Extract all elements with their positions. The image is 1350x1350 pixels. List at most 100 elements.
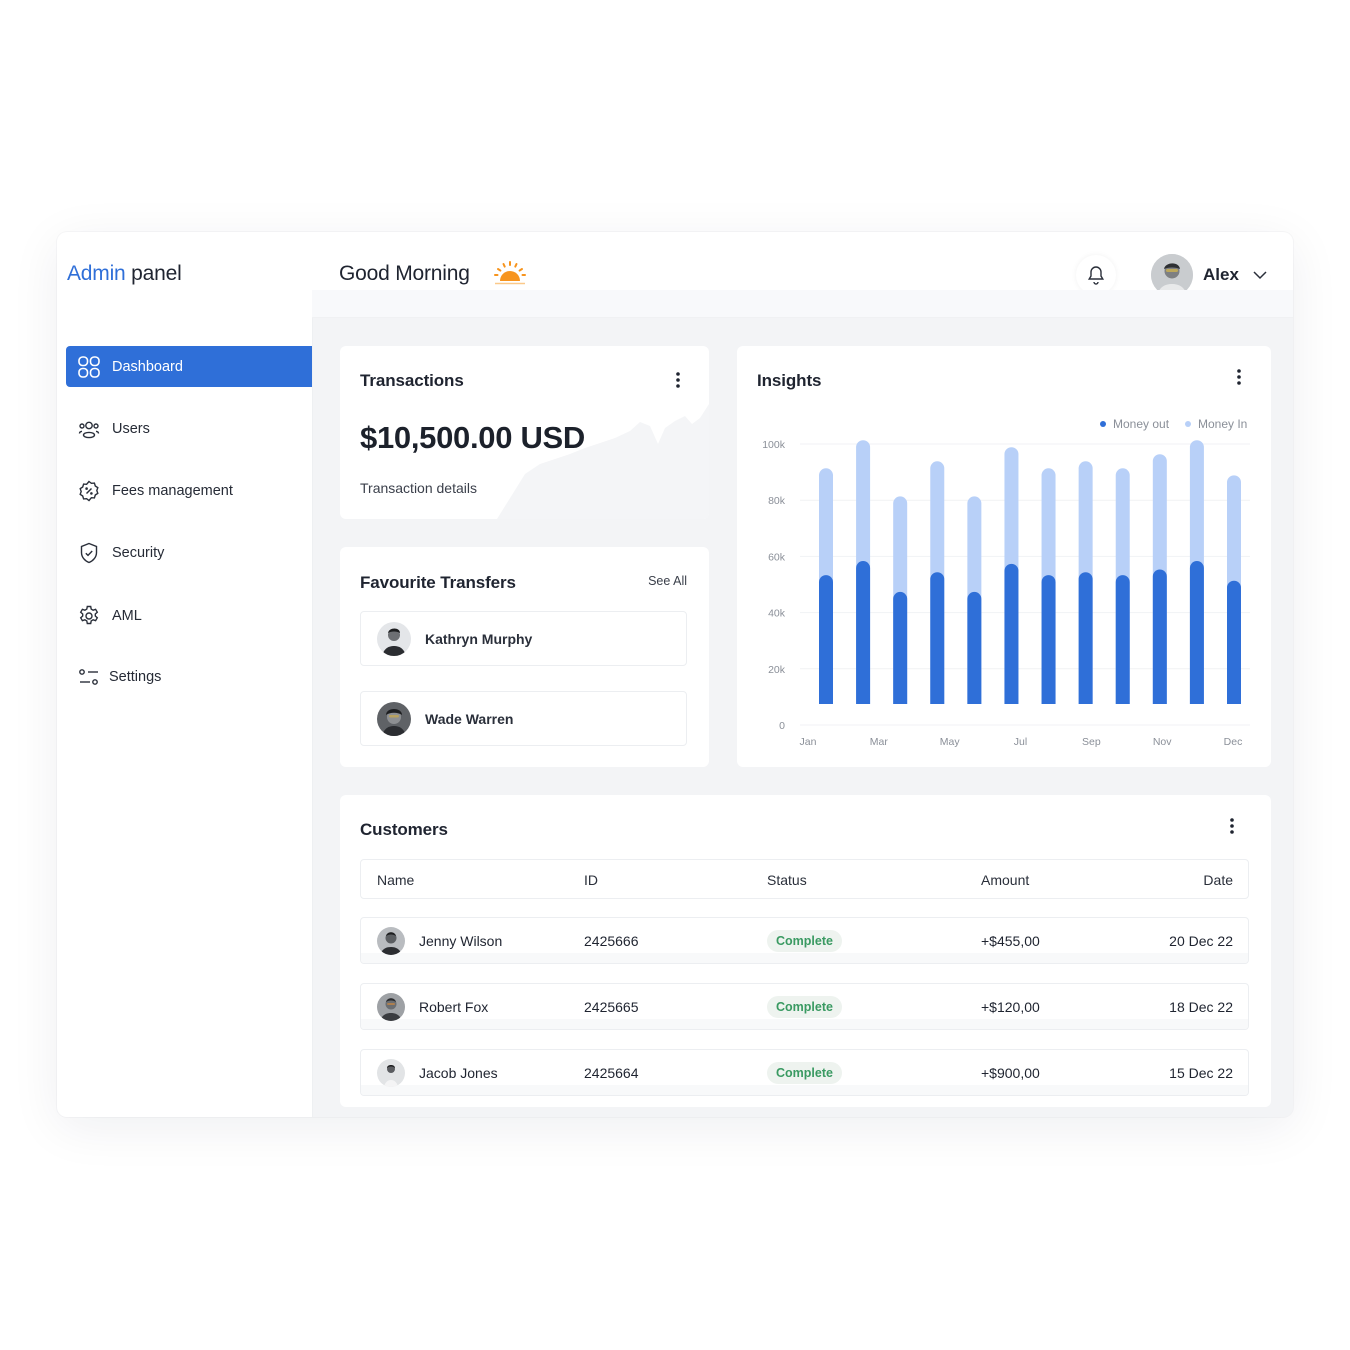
customers-menu-icon[interactable] bbox=[1227, 817, 1237, 835]
customer-date: 20 Dec 22 bbox=[1169, 933, 1233, 949]
customer-date: 18 Dec 22 bbox=[1169, 999, 1233, 1015]
brand-logo: Admin panel bbox=[67, 262, 182, 286]
transactions-amount: $10,500.00 USD bbox=[360, 420, 586, 455]
insights-card: 0 20k 40k 60k 80k 100k Jan Mar May Jul Sep Nov Dec I… bbox=[737, 346, 1271, 767]
column-header-date[interactable]: Date bbox=[1203, 872, 1233, 888]
x-tick-label: May bbox=[940, 736, 961, 748]
bell-icon bbox=[1087, 266, 1105, 285]
greeting-text: Good Morning bbox=[339, 262, 470, 285]
legend-money-out[interactable]: Money out bbox=[1100, 417, 1169, 431]
customer-name: Jacob Jones bbox=[419, 1065, 498, 1081]
chevron-down-icon[interactable] bbox=[1252, 267, 1268, 283]
bar-money-out-may[interactable] bbox=[967, 591, 982, 704]
column-header-amount[interactable]: Amount bbox=[981, 872, 1029, 888]
sidebar-item-label: Users bbox=[112, 420, 150, 437]
bar-money-out-jul[interactable] bbox=[1041, 575, 1056, 704]
insights-title: Insights bbox=[757, 371, 822, 390]
legend-money-in[interactable]: Money In bbox=[1185, 417, 1247, 431]
brand-secondary: panel bbox=[131, 262, 182, 285]
status-badge: Complete bbox=[767, 996, 842, 1018]
avatar bbox=[377, 702, 411, 736]
legend-dot-money-in bbox=[1185, 421, 1191, 427]
sidebar-item-label: AML bbox=[112, 607, 142, 624]
shield-check-icon bbox=[77, 541, 101, 565]
legend-dot-money-out bbox=[1100, 421, 1106, 427]
bar-money-out-aug[interactable] bbox=[1078, 572, 1093, 704]
avatar bbox=[377, 1059, 405, 1087]
table-row[interactable]: Jenny Wilson 2425666 Complete +$455,00 2… bbox=[360, 917, 1249, 964]
header-band bbox=[312, 290, 1293, 318]
customer-id: 2425666 bbox=[584, 933, 639, 949]
brand-primary: Admin bbox=[67, 262, 126, 285]
customer-id: 2425664 bbox=[584, 1065, 639, 1081]
sidebar-item-label: Dashboard bbox=[112, 358, 183, 375]
bar-money-out-oct[interactable] bbox=[1152, 569, 1167, 704]
sliders-icon bbox=[77, 665, 101, 689]
percent-badge-icon bbox=[77, 479, 101, 503]
y-tick-label: 60k bbox=[768, 551, 786, 563]
grid-icon bbox=[77, 355, 101, 379]
customer-amount: +$120,00 bbox=[981, 999, 1040, 1015]
favourite-transfers-title: Favourite Transfers bbox=[360, 573, 516, 592]
insights-chart: 0 20k 40k 60k 80k 100k Jan Mar May Jul Sep Nov Dec bbox=[762, 439, 1250, 748]
table-row[interactable]: Jacob Jones 2425664 Complete +$900,00 15… bbox=[360, 1049, 1249, 1096]
customer-amount: +$455,00 bbox=[981, 933, 1040, 949]
user-name[interactable]: Alex bbox=[1203, 265, 1239, 285]
status-badge: Complete bbox=[767, 1062, 842, 1084]
bar-money-out-nov[interactable] bbox=[1189, 561, 1204, 704]
top-header: Good Morning Alex bbox=[312, 232, 1293, 296]
customer-name: Jenny Wilson bbox=[419, 933, 503, 949]
sidebar-item-label: Security bbox=[112, 544, 165, 561]
column-header-id[interactable]: ID bbox=[584, 872, 598, 888]
bar-money-out-dec[interactable] bbox=[1227, 580, 1241, 704]
transaction-details-link[interactable]: Transaction details bbox=[360, 480, 477, 496]
x-tick-label: Nov bbox=[1153, 736, 1172, 748]
customers-card: Customers Name ID Status Amount Date Jen… bbox=[340, 795, 1271, 1107]
status-badge: Complete bbox=[767, 930, 842, 952]
sidebar-item-label: Fees management bbox=[112, 482, 233, 499]
x-tick-label: Dec bbox=[1224, 736, 1243, 748]
bar-money-out-feb[interactable] bbox=[856, 561, 871, 704]
bar-money-out-jan[interactable] bbox=[819, 575, 833, 704]
sidebar-item-users[interactable]: Users bbox=[66, 408, 312, 449]
x-tick-label: Mar bbox=[870, 736, 889, 748]
avatar bbox=[377, 927, 405, 955]
transactions-menu-icon[interactable] bbox=[673, 371, 683, 389]
sidebar-item-label: Settings bbox=[109, 668, 162, 685]
y-tick-label: 20k bbox=[768, 664, 786, 676]
sidebar-item-dashboard[interactable]: Dashboard bbox=[66, 346, 312, 387]
users-icon bbox=[77, 417, 101, 441]
sidebar-item-fees-management[interactable]: Fees management bbox=[66, 470, 312, 511]
table-row[interactable]: Robert Fox 2425665 Complete +$120,00 18 … bbox=[360, 983, 1249, 1030]
favourite-transfer-name: Kathryn Murphy bbox=[425, 631, 533, 647]
sidebar-item-security[interactable]: Security bbox=[66, 532, 312, 573]
see-all-link[interactable]: See All bbox=[648, 574, 687, 588]
favourite-transfer-name: Wade Warren bbox=[425, 711, 514, 727]
sidebar-item-settings[interactable]: Settings bbox=[66, 656, 312, 697]
sidebar-item-aml[interactable]: AML bbox=[66, 595, 312, 636]
column-header-status[interactable]: Status bbox=[767, 872, 807, 888]
legend-label: Money out bbox=[1113, 417, 1170, 431]
y-tick-label: 40k bbox=[768, 608, 786, 620]
customer-date: 15 Dec 22 bbox=[1169, 1065, 1233, 1081]
app-window: Admin panel Dashboard Users Fees managem… bbox=[57, 232, 1293, 1117]
bar-money-out-sep[interactable] bbox=[1115, 575, 1130, 704]
favourite-transfer-item[interactable]: Kathryn Murphy bbox=[360, 611, 687, 666]
bar-money-out-jun[interactable] bbox=[1004, 563, 1019, 704]
bar-money-out-apr[interactable] bbox=[930, 572, 945, 704]
sidebar-divider bbox=[312, 232, 313, 1117]
x-tick-label: Jan bbox=[800, 736, 817, 748]
transactions-title: Transactions bbox=[360, 371, 464, 390]
y-tick-label: 100k bbox=[762, 439, 786, 451]
favourite-transfer-item[interactable]: Wade Warren bbox=[360, 691, 687, 746]
sidebar: Admin panel Dashboard Users Fees managem… bbox=[57, 232, 312, 1117]
insights-menu-icon[interactable] bbox=[1234, 368, 1244, 386]
column-header-name[interactable]: Name bbox=[377, 872, 414, 888]
gear-icon bbox=[77, 604, 101, 628]
bar-money-out-mar[interactable] bbox=[893, 591, 908, 704]
y-tick-label: 0 bbox=[779, 720, 785, 732]
sunrise-icon bbox=[494, 261, 526, 285]
notifications-button[interactable] bbox=[1076, 255, 1116, 295]
customers-title: Customers bbox=[360, 820, 448, 839]
customer-name: Robert Fox bbox=[419, 999, 489, 1015]
